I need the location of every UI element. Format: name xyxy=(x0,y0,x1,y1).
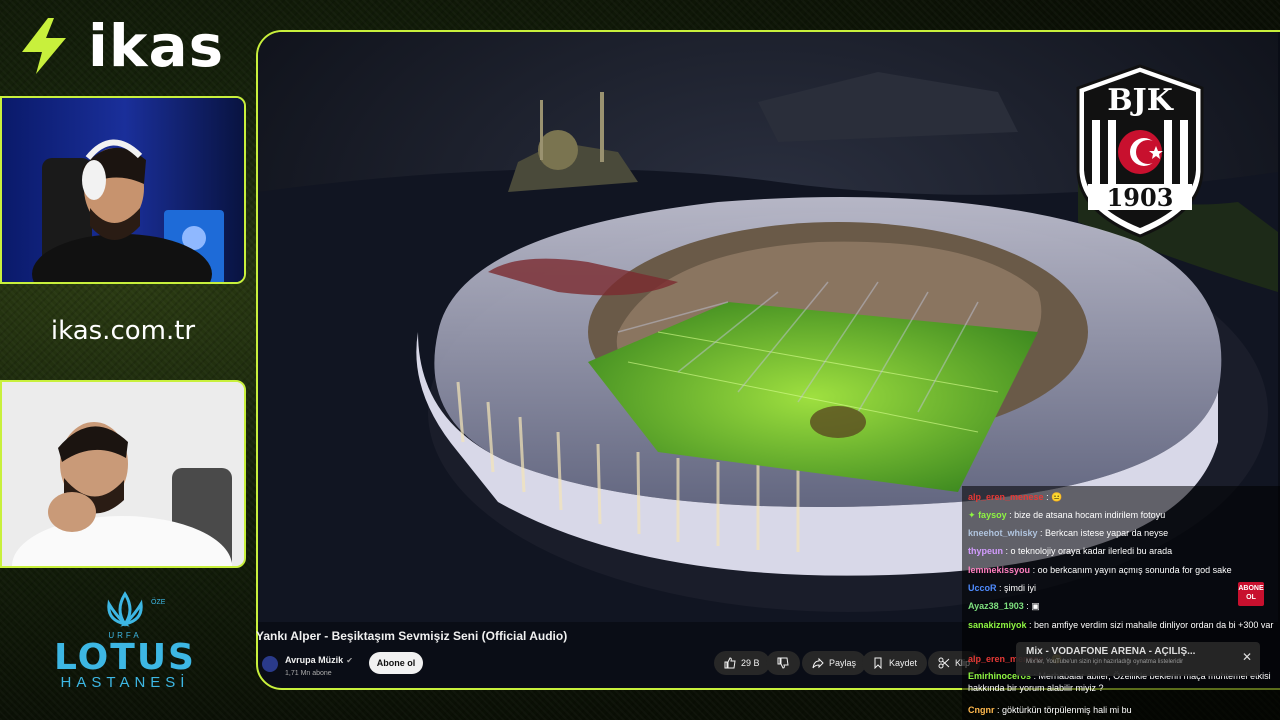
chat-text: : xyxy=(1026,601,1029,611)
chat-message: thypeun : o teknolojiy oraya kadar ilerl… xyxy=(968,545,1274,557)
brand-name: ikas xyxy=(88,12,225,80)
share-label: Paylaş xyxy=(829,658,857,668)
emote-icon: ▣ xyxy=(1031,601,1040,611)
like-button[interactable]: 29 B xyxy=(714,651,770,675)
chat-message: alp_eren_menese : 😐 xyxy=(968,491,1274,503)
subscribe-button[interactable]: Abone ol xyxy=(369,652,423,674)
chat-text: : ben amfiye verdim sizi mahalle dinliyo… xyxy=(1029,620,1274,630)
mix-subtitle: Mix'ler, YouTube'un sizin için hazırladı… xyxy=(1026,659,1184,665)
sparkle-icon: ✦ xyxy=(968,510,976,520)
webcam-host xyxy=(0,96,246,284)
close-icon[interactable]: ✕ xyxy=(1242,650,1252,664)
subscribe-badge: ABONE OL xyxy=(1238,582,1264,606)
scissors-icon xyxy=(938,657,950,669)
channel-info[interactable]: Avrupa Müzik ✔ 1,71 Mn abone xyxy=(262,650,353,677)
lotus-name: LOTUS xyxy=(54,637,196,678)
chat-message: UccoR : şimdi iyi xyxy=(968,582,1274,594)
chat-username: alp_eren_menese xyxy=(968,492,1044,502)
chat-message: ✦ faysoy : bize de atsana hocam indirile… xyxy=(968,509,1274,521)
like-count: 29 B xyxy=(741,658,760,668)
bjk-crest-icon: BJK 1903 xyxy=(1076,64,1204,238)
chat-message: sanakizmiyok : ben amfiye verdim sizi ma… xyxy=(968,619,1274,631)
chat-text: : bize de atsana hocam indirilem fotoyu xyxy=(1009,510,1166,520)
webcam-guest xyxy=(0,380,246,568)
verified-icon: ✔ xyxy=(346,656,353,665)
lightning-icon xyxy=(22,18,66,74)
bjk-year: 1903 xyxy=(1107,183,1174,212)
lotus-flower-icon: ÖZEL xyxy=(107,591,169,627)
chat-text: : göktürkün törpülenmiş hali mi bu xyxy=(997,705,1132,715)
chat-username: UccoR xyxy=(968,583,997,593)
chat-text: : Berkcan istese yapar da neyse xyxy=(1040,528,1169,538)
chat-username: thypeun xyxy=(968,546,1003,556)
bjk-letters: BJK xyxy=(1107,83,1174,118)
thumbs-up-icon xyxy=(724,657,736,669)
chat-text: : şimdi iyi xyxy=(999,583,1037,593)
thumbs-down-icon xyxy=(777,657,789,669)
lotus-hospital-logo: ÖZEL URFA LOTUS HASTANESİ xyxy=(40,590,210,691)
lotus-subtitle: HASTANESİ xyxy=(60,674,190,691)
chat-text: : o teknolojiy oraya kadar ilerledi bu a… xyxy=(1005,546,1173,556)
chat-username: sanakizmiyok xyxy=(968,620,1027,630)
chat-message: Ayaz38_1903 : ▣ xyxy=(968,600,1274,612)
chat-text: : xyxy=(1046,492,1049,502)
ikas-logo: ikas xyxy=(14,14,224,78)
chat-username: lemmekissyou xyxy=(968,565,1031,575)
video-title: Yankı Alper - Beşiktaşım Sevmişiz Seni (… xyxy=(256,629,568,643)
live-chat: alp_eren_menese : 😐 ✦ faysoy : bize de a… xyxy=(962,486,1280,720)
save-label: Kaydet xyxy=(889,658,918,668)
bookmark-icon xyxy=(874,657,882,669)
channel-avatar[interactable] xyxy=(262,655,278,672)
subscriber-count: 1,71 Mn abone xyxy=(285,670,332,677)
chat-username: Cngnr xyxy=(968,705,995,715)
lotus-ozel: ÖZEL xyxy=(151,598,165,606)
chat-username: faysoy xyxy=(978,510,1007,520)
chat-message: Cngnr : göktürkün törpülenmiş hali mi bu xyxy=(968,704,1274,716)
chat-username: kneehot_whisky xyxy=(968,528,1038,538)
share-icon xyxy=(812,657,824,669)
mix-playlist-panel[interactable]: Mix - VODAFONE ARENA - AÇILIŞ... Mix'ler… xyxy=(1016,642,1260,676)
channel-name[interactable]: Avrupa Müzik xyxy=(285,655,343,665)
chat-message: lemmekissyou : oo berkcanım yayın açmış … xyxy=(968,564,1274,576)
chat-text: : oo berkcanım yayın açmış sonunda for g… xyxy=(1032,565,1232,575)
website-url: ikas.com.tr xyxy=(50,316,196,346)
mix-title[interactable]: Mix - VODAFONE ARENA - AÇILIŞ... xyxy=(1026,646,1250,657)
share-button[interactable]: Paylaş xyxy=(802,651,867,675)
chat-message: kneehot_whisky : Berkcan istese yapar da… xyxy=(968,527,1274,539)
dislike-button[interactable] xyxy=(766,651,800,675)
save-button[interactable]: Kaydet xyxy=(862,651,928,675)
chat-username: Ayaz38_1903 xyxy=(968,601,1024,611)
emote-icon: 😐 xyxy=(1051,492,1063,502)
